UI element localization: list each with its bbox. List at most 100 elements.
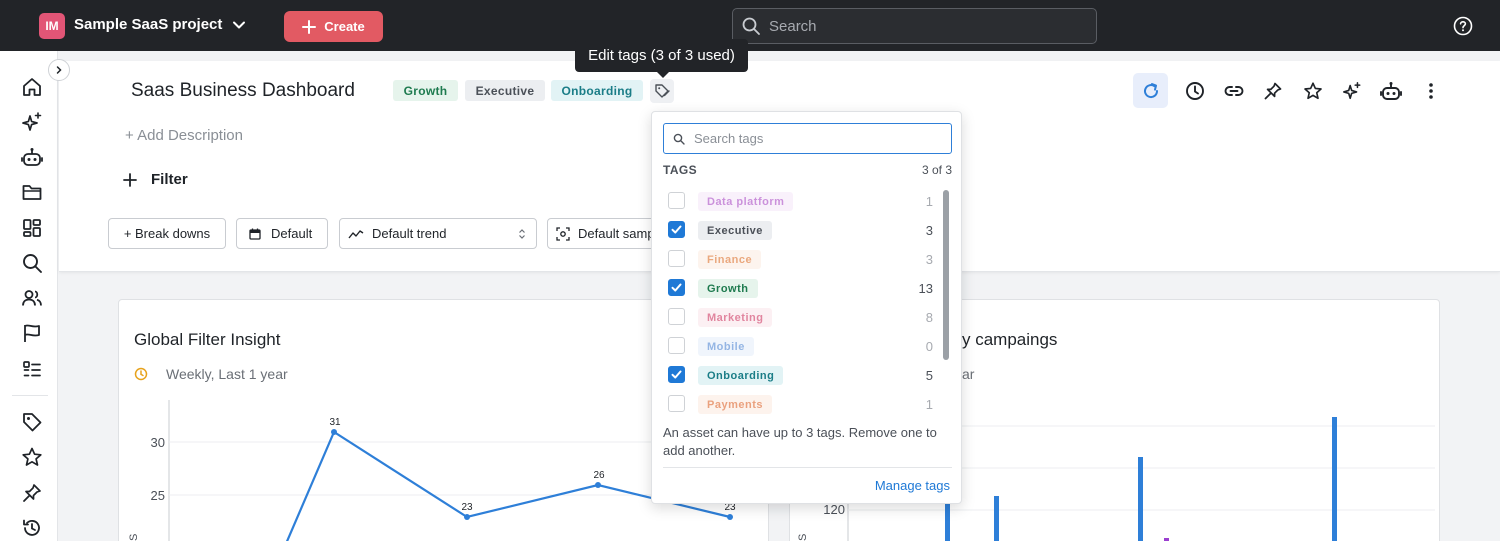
global-search-input[interactable] bbox=[769, 17, 1069, 35]
tag-search[interactable] bbox=[663, 123, 952, 154]
copy-link-button[interactable] bbox=[1216, 73, 1251, 108]
tag-checkbox[interactable] bbox=[668, 279, 685, 296]
data-label: 26 bbox=[593, 470, 605, 481]
data-point[interactable] bbox=[464, 514, 470, 520]
check-icon bbox=[671, 370, 682, 379]
tag-option[interactable]: Data platform 1 bbox=[652, 188, 942, 217]
robot-icon bbox=[1379, 81, 1402, 100]
pin-icon[interactable] bbox=[21, 482, 43, 504]
tag-growth[interactable]: Growth bbox=[393, 80, 458, 101]
date-range-button[interactable]: Default bbox=[236, 218, 328, 249]
tag-option[interactable]: Onboarding 5 bbox=[652, 362, 942, 391]
tag-option[interactable]: Executive 3 bbox=[652, 217, 942, 246]
tag-option-count: 8 bbox=[925, 310, 933, 325]
history-button[interactable] bbox=[1177, 73, 1212, 108]
breakdowns-button[interactable]: + Break downs bbox=[108, 218, 226, 249]
data-point[interactable] bbox=[331, 429, 337, 435]
users-icon[interactable] bbox=[21, 287, 43, 309]
check-icon bbox=[671, 225, 682, 234]
y-axis-label: S bbox=[128, 534, 140, 541]
tag-checkbox[interactable] bbox=[668, 308, 685, 325]
tag-checkbox[interactable] bbox=[668, 250, 685, 267]
project-name[interactable]: Sample SaaS project bbox=[74, 16, 222, 33]
tag-option-count: 1 bbox=[925, 397, 933, 412]
data-point[interactable] bbox=[595, 482, 601, 488]
dashboard-icon[interactable] bbox=[21, 217, 43, 239]
data-label: 23 bbox=[461, 502, 473, 513]
search-icon bbox=[673, 133, 685, 145]
bar[interactable] bbox=[1138, 457, 1143, 541]
tag-option[interactable]: Finance 3 bbox=[652, 246, 942, 275]
favorite-button[interactable] bbox=[1295, 73, 1330, 108]
data-label: 31 bbox=[329, 417, 341, 428]
tag-limit-note: An asset can have up to 3 tags. Remove o… bbox=[663, 425, 937, 458]
pin-button[interactable] bbox=[1255, 73, 1290, 108]
assistant-button[interactable] bbox=[1373, 73, 1408, 108]
tag-option[interactable]: Mobile 0 bbox=[652, 333, 942, 362]
link-icon bbox=[1224, 85, 1243, 96]
more-options-button[interactable] bbox=[1413, 73, 1448, 108]
tag-executive[interactable]: Executive bbox=[465, 80, 545, 101]
y-tick-label: 120 bbox=[823, 502, 845, 517]
filter-button[interactable]: Filter bbox=[123, 171, 188, 188]
bar[interactable] bbox=[945, 503, 950, 541]
tag-icon[interactable] bbox=[21, 411, 43, 433]
tag-search-input[interactable] bbox=[694, 131, 934, 146]
search-icon[interactable] bbox=[21, 252, 43, 274]
create-button[interactable]: Create bbox=[284, 11, 383, 42]
clock-icon bbox=[1185, 81, 1204, 100]
help-icon[interactable] bbox=[1453, 16, 1473, 36]
tag-option-count: 0 bbox=[925, 339, 933, 354]
manage-tags-link[interactable]: Manage tags bbox=[875, 478, 950, 493]
check-icon bbox=[671, 283, 682, 292]
global-search[interactable] bbox=[732, 8, 1097, 44]
create-label: Create bbox=[324, 19, 365, 34]
tag-option-count: 3 bbox=[925, 223, 933, 238]
flag-icon[interactable] bbox=[21, 322, 43, 344]
home-icon[interactable] bbox=[21, 76, 43, 98]
search-icon bbox=[742, 17, 760, 35]
checklist-icon[interactable] bbox=[21, 358, 43, 380]
plus-icon bbox=[302, 19, 317, 34]
chevron-right-icon bbox=[56, 66, 62, 74]
tag-option-label: Payments bbox=[698, 395, 772, 414]
chevron-down-icon[interactable] bbox=[230, 16, 248, 34]
tag-onboarding[interactable]: Onboarding bbox=[551, 80, 643, 101]
filter-label: Filter bbox=[151, 171, 188, 188]
refresh-button[interactable] bbox=[1133, 73, 1168, 108]
tag-checkbox[interactable] bbox=[668, 221, 685, 238]
edit-tags-tooltip: Edit tags (3 of 3 used) bbox=[575, 39, 748, 78]
select-arrows-icon bbox=[519, 229, 525, 239]
tag-option[interactable]: Growth 13 bbox=[652, 275, 942, 304]
bar[interactable] bbox=[994, 496, 999, 541]
history-icon[interactable] bbox=[21, 517, 43, 539]
sampling-label: Default samp bbox=[578, 226, 655, 241]
tag-list-scrollbar[interactable] bbox=[943, 190, 949, 360]
refresh-icon bbox=[1143, 82, 1158, 98]
project-avatar[interactable]: IM bbox=[39, 13, 65, 39]
star-icon[interactable] bbox=[21, 446, 43, 468]
tag-option-label: Mobile bbox=[698, 337, 754, 356]
tag-option[interactable]: Payments 1 bbox=[652, 391, 942, 418]
sidebar-collapse-button[interactable] bbox=[48, 59, 70, 81]
tag-option[interactable]: Marketing 8 bbox=[652, 304, 942, 333]
ai-insights-button[interactable] bbox=[1334, 73, 1369, 108]
sparkle-icon[interactable] bbox=[21, 111, 43, 133]
folder-icon[interactable] bbox=[21, 181, 43, 203]
tag-list-header: TAGS 3 of 3 bbox=[663, 163, 952, 177]
tag-checkbox[interactable] bbox=[668, 395, 685, 412]
trend-select[interactable]: Default trend bbox=[339, 218, 537, 249]
tag-checkbox[interactable] bbox=[668, 192, 685, 209]
sampling-select[interactable]: Default samp bbox=[547, 218, 667, 249]
bar[interactable] bbox=[1332, 417, 1337, 541]
data-point[interactable] bbox=[727, 514, 733, 520]
dashboard-title[interactable]: Saas Business Dashboard bbox=[131, 80, 355, 102]
add-description[interactable]: + Add Description bbox=[125, 127, 243, 144]
robot-icon[interactable] bbox=[21, 146, 43, 168]
tag-checkbox[interactable] bbox=[668, 337, 685, 354]
sampling-icon bbox=[556, 226, 570, 241]
top-bar: IM Sample SaaS project Create bbox=[0, 0, 1500, 51]
popover-divider bbox=[663, 467, 952, 468]
edit-tags-button[interactable] bbox=[650, 79, 674, 103]
tag-checkbox[interactable] bbox=[668, 366, 685, 383]
